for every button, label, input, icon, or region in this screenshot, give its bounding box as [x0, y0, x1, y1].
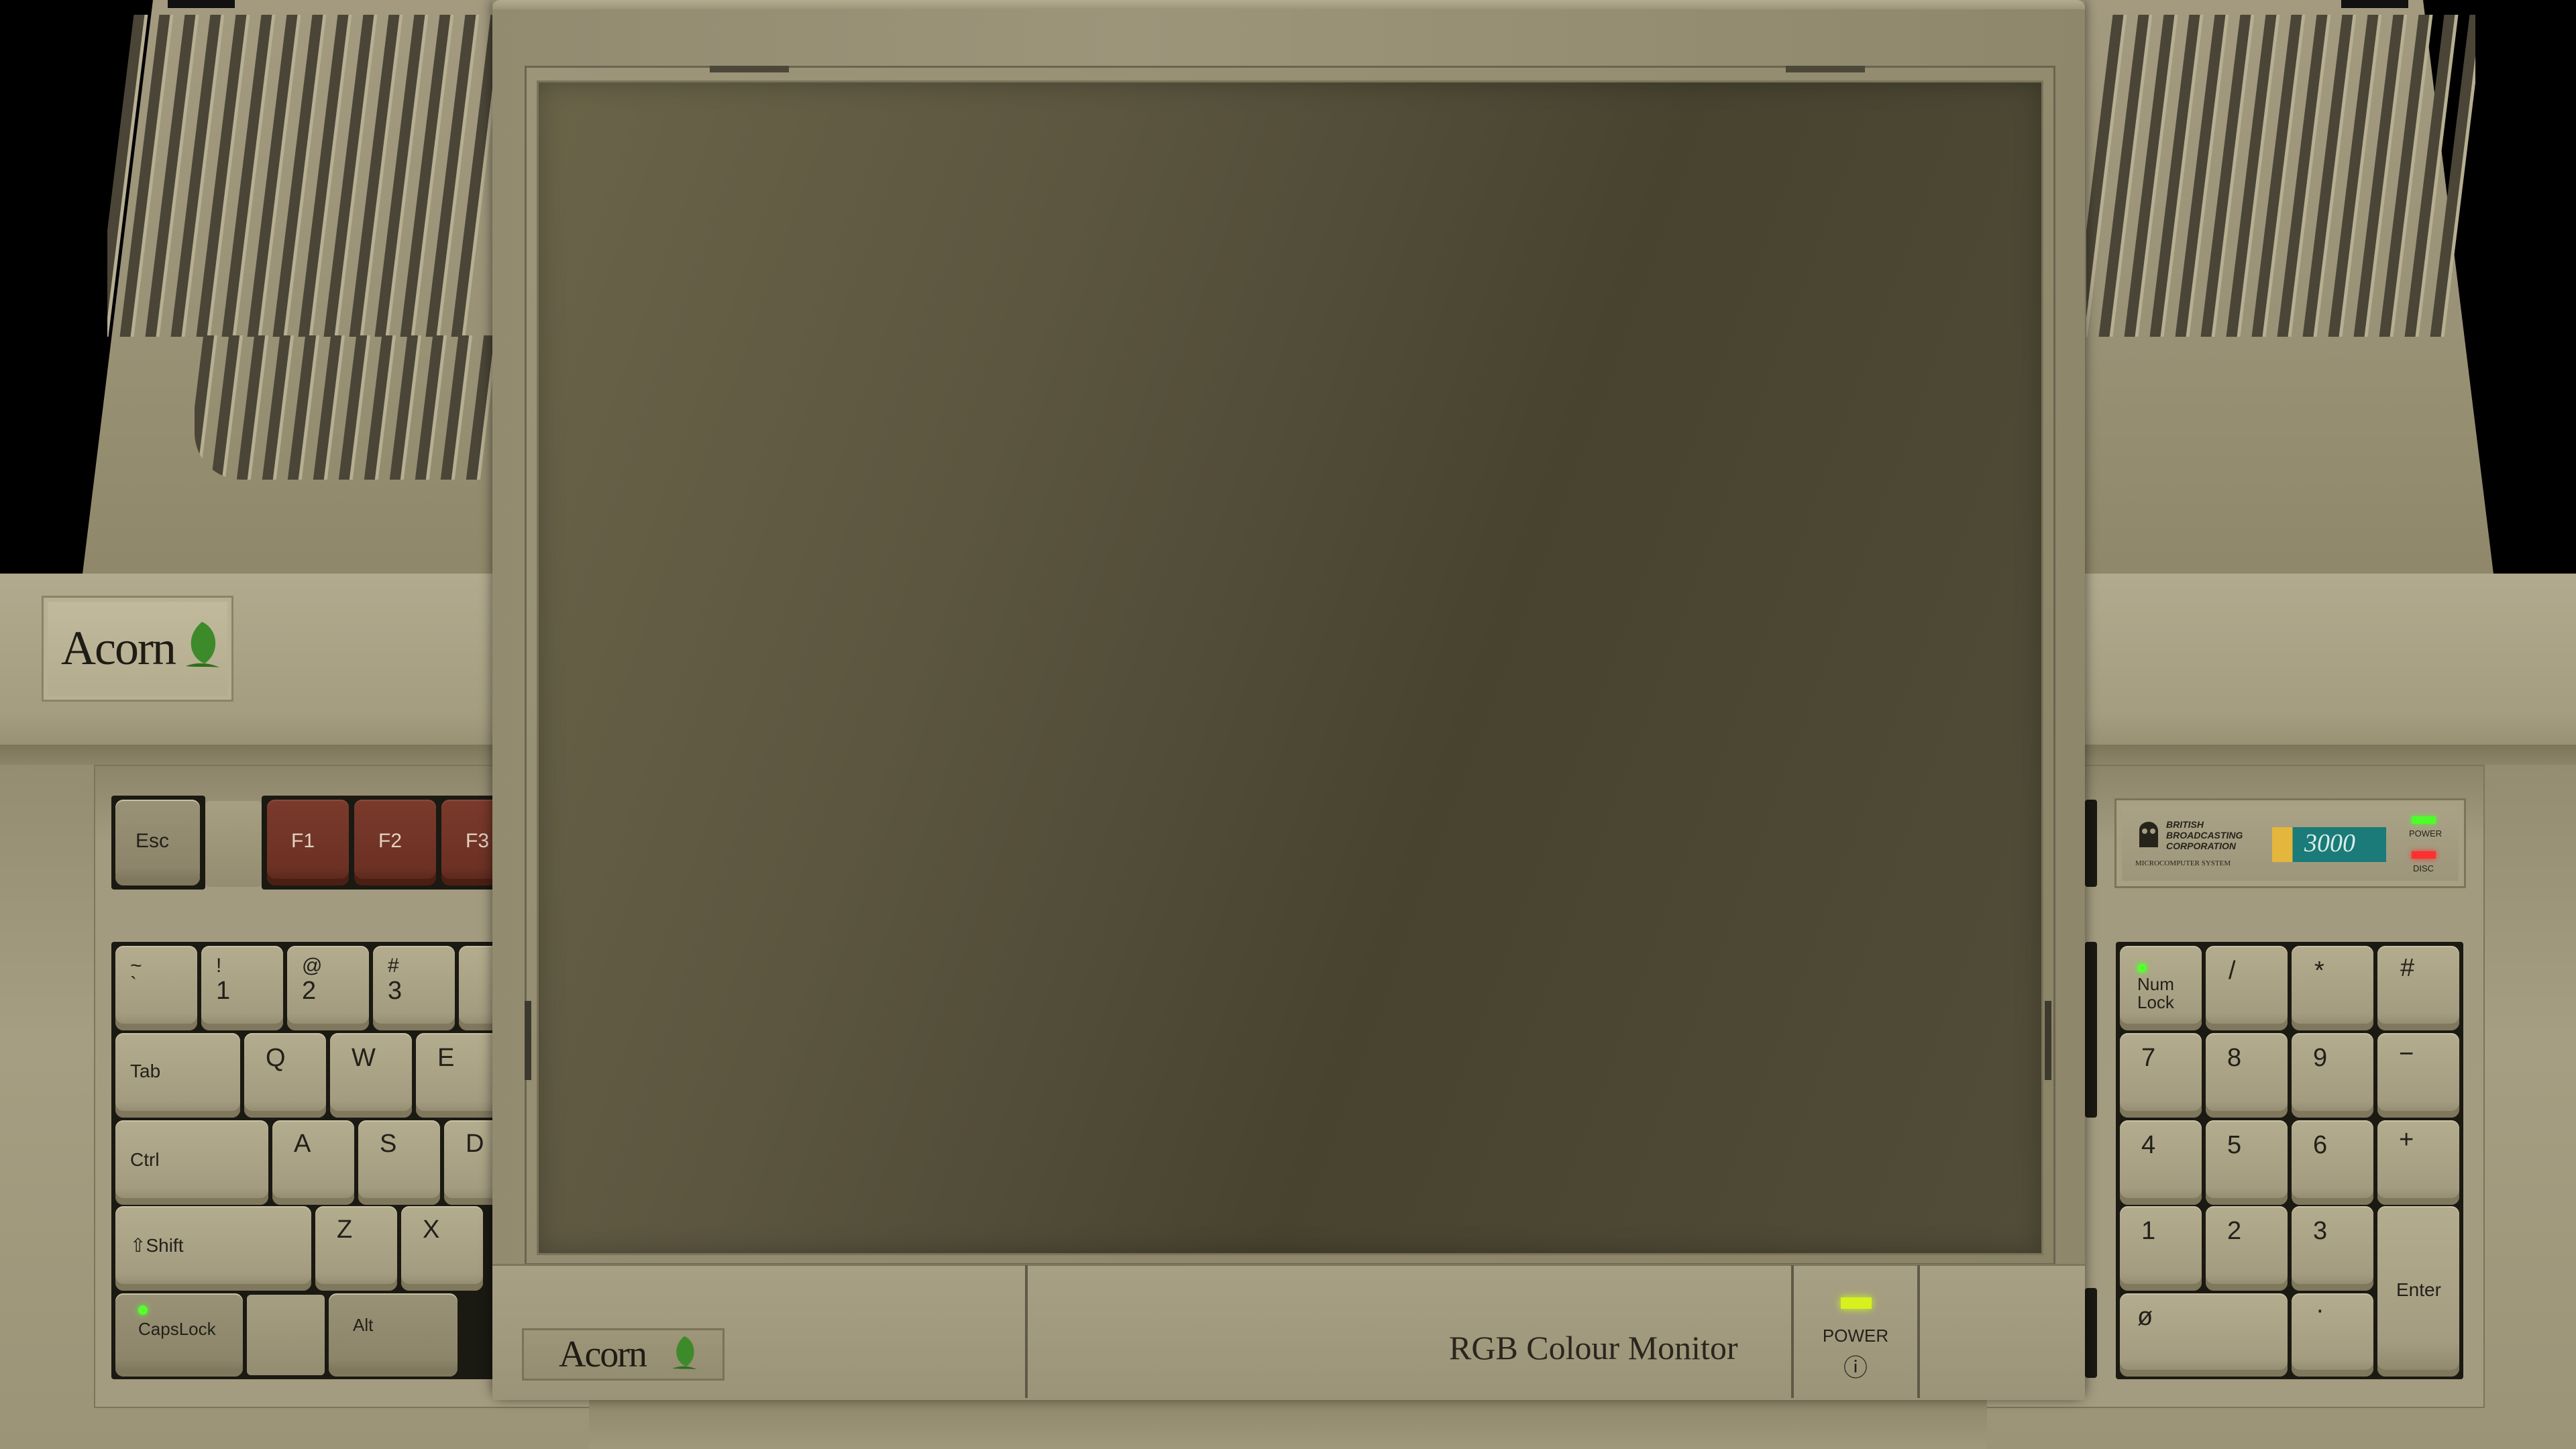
vent-slot: [211, 335, 240, 480]
key-s[interactable]: S: [358, 1120, 440, 1205]
power-led: [2412, 816, 2436, 824]
key-numpad-dot[interactable]: ·: [2292, 1293, 2373, 1377]
function-key-spacer: [205, 801, 262, 887]
capslock-led: [138, 1305, 148, 1315]
key-f1[interactable]: F1: [267, 800, 349, 885]
power-led-label: POWER: [2409, 828, 2443, 839]
monitor-model-label: RGB Colour Monitor: [1449, 1329, 1738, 1366]
key-e[interactable]: E: [416, 1033, 499, 1118]
edge-well: [2085, 942, 2097, 1118]
key-numpad-8[interactable]: 8: [2206, 1033, 2288, 1118]
key-numpad-0[interactable]: ø: [2120, 1293, 2288, 1377]
monitor-power-button[interactable]: POWER ⓘ: [1795, 1264, 1916, 1398]
key-f2[interactable]: F2: [354, 800, 436, 885]
key-z[interactable]: Z: [315, 1206, 397, 1291]
vent-grille-left: [107, 15, 496, 337]
power-icon: ⓘ: [1843, 1354, 1868, 1381]
edge-well: [2085, 800, 2097, 887]
key-numpad-hash[interactable]: #: [2377, 946, 2459, 1030]
key-numpad-plus[interactable]: +: [2377, 1120, 2459, 1205]
bezel-tab: [1786, 66, 1865, 72]
vent-slot: [364, 335, 393, 480]
vent-slot: [262, 335, 291, 480]
key-numpad-enter[interactable]: Enter: [2377, 1206, 2459, 1377]
vent-grille-left-lower: [195, 335, 496, 480]
key-numpad-3[interactable]: 3: [2292, 1206, 2373, 1291]
monitor-top-edge: [492, 0, 2085, 9]
monitor-acorn-badge: Acorn: [522, 1328, 724, 1381]
key-q[interactable]: Q: [244, 1033, 326, 1118]
bezel-tab: [710, 66, 789, 72]
key-numpad-7[interactable]: 7: [2120, 1033, 2202, 1118]
key-capslock[interactable]: CapsLock: [115, 1293, 243, 1377]
case-notch: [2341, 0, 2408, 8]
bezel-side-mark: [525, 1001, 531, 1080]
panel-seam: [1025, 1265, 1028, 1398]
a3000-logo: 3000: [2272, 827, 2386, 862]
bbc-owl-icon: [2139, 822, 2158, 847]
key-a[interactable]: A: [272, 1120, 354, 1205]
case-notch: [168, 0, 235, 8]
key-ctrl[interactable]: Ctrl: [115, 1120, 268, 1205]
numlock-led: [2137, 963, 2147, 973]
vent-slot: [338, 335, 368, 480]
edge-well: [2085, 1288, 2097, 1378]
acorn-badge: Acorn: [42, 596, 233, 702]
key-tab[interactable]: Tab: [115, 1033, 240, 1118]
vent-slot: [440, 335, 470, 480]
acorn-logo-text: Acorn: [61, 621, 176, 675]
key-numpad-5[interactable]: 5: [2206, 1120, 2288, 1205]
microcomputer-system-text: MICROCOMPUTER SYSTEM: [2135, 859, 2231, 867]
key-numpad-minus[interactable]: −: [2377, 1033, 2459, 1118]
vent-slot: [313, 335, 342, 480]
key-numpad-1[interactable]: 1: [2120, 1206, 2202, 1291]
vent-slot: [195, 335, 215, 480]
bezel-side-mark: [2045, 1001, 2051, 1080]
key-1[interactable]: ! 1: [201, 946, 283, 1030]
key-numpad-2[interactable]: 2: [2206, 1206, 2288, 1291]
disc-led: [2412, 851, 2436, 859]
monitor-screen[interactable]: [537, 80, 2043, 1255]
key-numlock[interactable]: Num Lock: [2120, 946, 2202, 1030]
vent-slot: [451, 15, 496, 337]
key-x[interactable]: X: [401, 1206, 483, 1291]
bbc-a3000-panel: BRITISH BROADCASTING CORPORATION MICROCO…: [2114, 798, 2466, 888]
key-w[interactable]: W: [330, 1033, 412, 1118]
monitor-acorn-leaf-icon: [672, 1336, 697, 1370]
vent-slot: [415, 335, 444, 480]
key-shift[interactable]: ⇧Shift: [115, 1206, 311, 1291]
key-d[interactable]: D: [444, 1120, 499, 1205]
acorn-leaf-icon: [186, 622, 219, 667]
key-esc[interactable]: Esc: [115, 800, 200, 885]
monitor-acorn-logo-text: Acorn: [559, 1334, 647, 1375]
disc-led-label: DISC: [2413, 863, 2434, 873]
key-numpad-9[interactable]: 9: [2292, 1033, 2373, 1118]
key-tilde[interactable]: ~ `: [115, 946, 197, 1030]
key-alt[interactable]: Alt: [329, 1293, 458, 1377]
panel-seam: [1791, 1265, 1794, 1398]
bbc-text: BRITISH BROADCASTING CORPORATION: [2166, 819, 2243, 851]
vent-slot: [2430, 15, 2475, 337]
panel-seam: [1917, 1265, 1920, 1398]
key-gap: [247, 1295, 325, 1375]
monitor-power-label: POWER: [1822, 1326, 1889, 1346]
key-numpad-6[interactable]: 6: [2292, 1120, 2373, 1205]
vent-slot: [236, 335, 266, 480]
vent-slot: [287, 335, 317, 480]
key-3[interactable]: # 3: [373, 946, 455, 1030]
key-numpad-divide[interactable]: /: [2206, 946, 2288, 1030]
key-numpad-multiply[interactable]: *: [2292, 946, 2373, 1030]
monitor-power-led: [1841, 1297, 1872, 1309]
key-2[interactable]: @ 2: [287, 946, 369, 1030]
vent-slot: [389, 335, 419, 480]
vent-slot: [466, 335, 495, 480]
key-numpad-4[interactable]: 4: [2120, 1120, 2202, 1205]
vent-grille-right: [2086, 15, 2475, 337]
